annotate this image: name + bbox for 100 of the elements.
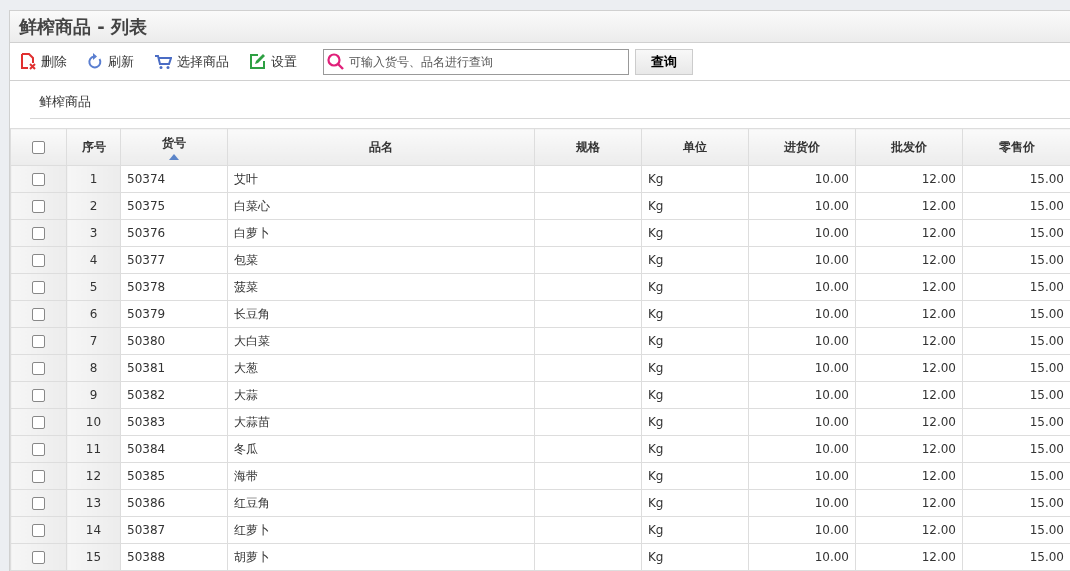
table-cell: 15.00 — [1029, 496, 1064, 510]
table-cell: 15.00 — [1029, 226, 1064, 240]
table-cell: 10.00 — [814, 280, 849, 294]
table-cell: 50375 — [127, 199, 166, 213]
row-checkbox[interactable] — [32, 308, 45, 321]
select-all-checkbox[interactable] — [32, 141, 45, 154]
table-cell: 50376 — [127, 226, 166, 240]
column-header[interactable]: 货号 — [162, 136, 186, 150]
table-cell: 50377 — [127, 253, 166, 267]
table-cell: 50386 — [127, 496, 166, 510]
table-cell: 10.00 — [814, 361, 849, 375]
table-cell: 大葱 — [234, 361, 258, 375]
row-checkbox[interactable] — [32, 389, 45, 402]
table-cell: 白萝卜 — [234, 226, 270, 240]
table-cell: 10.00 — [814, 226, 849, 240]
table-cell: 10.00 — [814, 334, 849, 348]
row-checkbox[interactable] — [32, 551, 45, 564]
row-checkbox[interactable] — [32, 497, 45, 510]
table-cell: 50378 — [127, 280, 166, 294]
table-cell: Kg — [648, 388, 664, 402]
row-number: 5 — [89, 280, 98, 294]
table-cell: 10.00 — [814, 523, 849, 537]
row-number: 6 — [89, 307, 98, 321]
search-field[interactable]: 可输入货号、品名进行查询 — [323, 48, 629, 75]
row-number: 15 — [85, 550, 102, 564]
toolbar-button[interactable]: 删除 — [20, 51, 67, 72]
table-cell: 10.00 — [814, 253, 849, 267]
table-cell: 15.00 — [1029, 280, 1064, 294]
table-cell: 50379 — [127, 307, 166, 321]
row-checkbox[interactable] — [32, 173, 45, 186]
table-cell: Kg — [648, 172, 664, 186]
table-cell: 50388 — [127, 550, 166, 564]
table-cell: 红萝卜 — [234, 523, 270, 537]
row-checkbox[interactable] — [32, 335, 45, 348]
table-cell: 12.00 — [921, 226, 956, 240]
toolbar-button[interactable]: 设置 — [249, 51, 297, 72]
row-checkbox[interactable] — [32, 254, 45, 267]
table-cell: 12.00 — [921, 415, 956, 429]
table-cell: Kg — [648, 442, 664, 456]
toolbar-button[interactable]: 刷新 — [87, 51, 134, 72]
row-checkbox[interactable] — [32, 227, 45, 240]
column-header[interactable]: 品名 — [369, 140, 393, 154]
table-cell: Kg — [648, 523, 664, 537]
row-number: 3 — [89, 226, 98, 240]
table-cell: 长豆角 — [234, 307, 270, 321]
row-number: 7 — [89, 334, 98, 348]
edit-icon — [249, 53, 266, 70]
table-cell: 10.00 — [814, 469, 849, 483]
table-cell: 海带 — [234, 469, 258, 483]
table-cell: 50385 — [127, 469, 166, 483]
column-header[interactable]: 规格 — [576, 140, 600, 154]
table-cell: 白菜心 — [234, 199, 270, 213]
table-cell: 艾叶 — [234, 172, 258, 186]
table-cell: Kg — [648, 550, 664, 564]
table-cell: 50384 — [127, 442, 166, 456]
row-checkbox[interactable] — [32, 362, 45, 375]
row-checkbox[interactable] — [32, 281, 45, 294]
table-cell: 12.00 — [921, 550, 956, 564]
table-cell: 12.00 — [921, 388, 956, 402]
column-header[interactable]: 进货价 — [784, 140, 820, 154]
row-checkbox[interactable] — [32, 470, 45, 483]
row-checkbox[interactable] — [32, 200, 45, 213]
search-button[interactable]: 查询 — [635, 48, 693, 75]
table-cell: Kg — [648, 361, 664, 375]
page-title: 鲜榨商品 - 列表 — [19, 15, 147, 39]
table-cell: 大蒜 — [234, 388, 258, 402]
table-cell: Kg — [648, 469, 664, 483]
table-cell: 15.00 — [1029, 442, 1064, 456]
row-checkbox[interactable] — [32, 524, 45, 537]
table-cell: 10.00 — [814, 199, 849, 213]
table-cell: 15.00 — [1029, 253, 1064, 267]
table-cell: 12.00 — [921, 523, 956, 537]
table-cell: 包菜 — [234, 253, 258, 267]
column-header[interactable]: 零售价 — [998, 140, 1035, 154]
column-header[interactable]: 批发价 — [891, 140, 927, 154]
table-cell: 12.00 — [921, 469, 956, 483]
table-cell: 冬瓜 — [234, 442, 258, 456]
table-cell: 胡萝卜 — [234, 550, 270, 564]
table-cell: 50374 — [127, 172, 166, 186]
row-number: 13 — [85, 496, 102, 510]
cart-icon — [154, 53, 172, 70]
table-cell: 10.00 — [814, 415, 849, 429]
table-cell: 菠菜 — [234, 280, 258, 294]
refresh-icon — [87, 53, 103, 70]
section-tab[interactable]: 鲜榨商品 — [30, 92, 91, 112]
table-cell: 15.00 — [1029, 172, 1064, 186]
column-header[interactable]: 单位 — [683, 140, 707, 154]
table-cell: 15.00 — [1029, 361, 1064, 375]
delete-icon — [20, 53, 36, 70]
column-header[interactable]: 序号 — [81, 140, 106, 154]
row-checkbox[interactable] — [32, 416, 45, 429]
table-cell: 50381 — [127, 361, 166, 375]
row-number: 14 — [85, 523, 102, 537]
table-cell: 50387 — [127, 523, 166, 537]
row-number: 2 — [89, 199, 98, 213]
table-cell: 15.00 — [1029, 469, 1064, 483]
row-checkbox[interactable] — [32, 443, 45, 456]
table-cell: 50383 — [127, 415, 166, 429]
toolbar-button[interactable]: 选择商品 — [154, 51, 229, 72]
table-cell: 10.00 — [814, 388, 849, 402]
